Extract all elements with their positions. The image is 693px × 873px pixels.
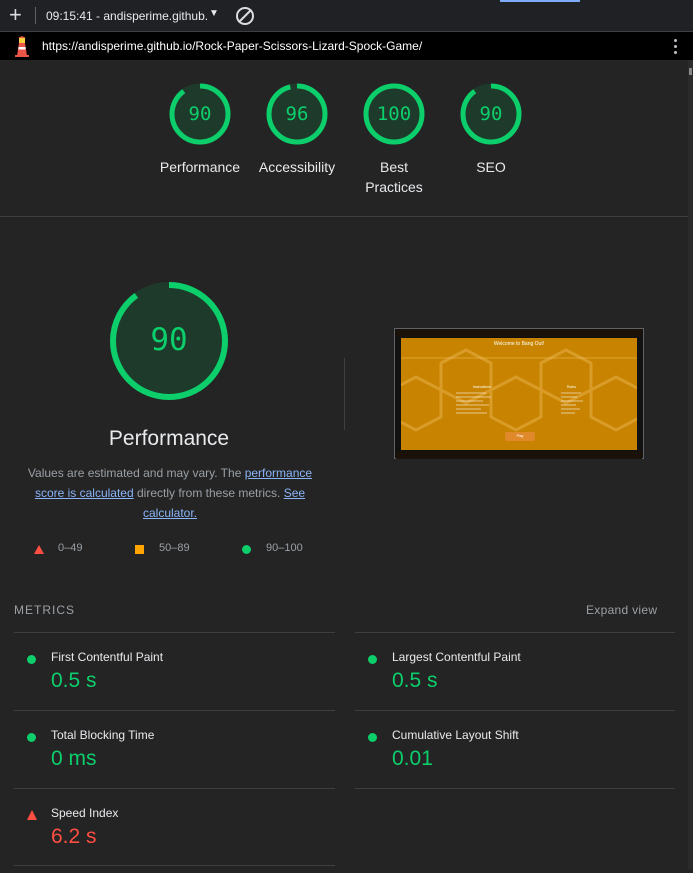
- legend-average: 50–89: [159, 542, 190, 554]
- description-text: Values are estimated and may vary. The: [27, 466, 245, 480]
- toolbar-divider: [35, 7, 36, 24]
- gauge-score: 96: [285, 103, 309, 125]
- screenshot-col1-heading: Instructions: [473, 385, 491, 389]
- expand-view-toggle[interactable]: Expand view: [586, 603, 657, 617]
- legend-poor: 0–49: [58, 542, 83, 554]
- performance-score: 90: [150, 322, 188, 358]
- legend-good: 90–100: [266, 542, 303, 554]
- metric-divider: [14, 632, 335, 633]
- vertical-divider: [344, 358, 345, 430]
- metric-value: 0.01: [392, 747, 433, 770]
- metric-divider: [14, 865, 335, 866]
- gauge-score: 100: [376, 103, 412, 125]
- metric-value: 0.5 s: [392, 669, 438, 692]
- metrics-heading: METRICS: [14, 603, 75, 617]
- report-selector[interactable]: 09:15:41 - andisperime.github.: [46, 9, 208, 23]
- final-screenshot[interactable]: Welcome to Bang Out! Instructions Rules …: [394, 328, 644, 459]
- metric-title: Total Blocking Time: [51, 728, 155, 742]
- gauge-label: SEO: [476, 159, 506, 175]
- screenshot-page: Welcome to Bang Out! Instructions Rules …: [401, 338, 637, 450]
- good-circle-icon: [242, 545, 251, 554]
- description-text: directly from these metrics.: [133, 486, 284, 500]
- screenshot-title: Welcome to Bang Out!: [493, 341, 545, 347]
- metric-divider: [355, 632, 675, 633]
- metric-divider: [14, 710, 335, 711]
- metric-value: 6.2 s: [51, 825, 97, 848]
- block-icon[interactable]: [236, 7, 254, 25]
- metric-title: Cumulative Layout Shift: [392, 728, 519, 742]
- metric-divider: [14, 788, 335, 789]
- report-url[interactable]: https://andisperime.github.io/Rock-Paper…: [42, 39, 422, 53]
- performance-title: Performance: [108, 427, 230, 450]
- metric-divider: [355, 788, 675, 789]
- gauge-label: Accessibility: [258, 159, 336, 175]
- metric-title: Largest Contentful Paint: [392, 650, 521, 664]
- scrollbar[interactable]: [688, 60, 693, 869]
- metric-value: 0.5 s: [51, 669, 97, 692]
- gauge-score: 90: [188, 103, 212, 125]
- more-options-icon[interactable]: [674, 39, 678, 57]
- metric-divider: [355, 710, 675, 711]
- metric-cumulative-layout-shift: Cumulative Layout Shift 0.01: [368, 725, 668, 795]
- good-circle-icon: [368, 733, 377, 742]
- gauge-label: Best Practices: [365, 159, 423, 195]
- screenshot-top-strip: [396, 329, 642, 337]
- metric-title: Speed Index: [51, 806, 119, 820]
- metric-total-blocking-time: Total Blocking Time 0 ms: [27, 725, 327, 795]
- metric-largest-contentful-paint: Largest Contentful Paint 0.5 s: [368, 647, 668, 717]
- devtools-toolbar: + 09:15:41 - andisperime.github. ▼: [0, 0, 693, 32]
- metric-first-contentful-paint: First Contentful Paint 0.5 s: [27, 647, 327, 717]
- metric-speed-index: Speed Index 6.2 s: [27, 803, 327, 873]
- screenshot-play-button: Play: [505, 432, 535, 441]
- chevron-down-icon[interactable]: ▼: [209, 8, 219, 19]
- poor-triangle-icon: [34, 545, 44, 554]
- screenshot-bottom-strip: [396, 451, 642, 459]
- screenshot-col2-heading: Rules: [567, 385, 576, 389]
- header-divider: [0, 216, 688, 217]
- metric-value: 0 ms: [51, 747, 97, 770]
- metric-title: First Contentful Paint: [51, 650, 164, 664]
- average-square-icon: [135, 545, 144, 554]
- good-circle-icon: [368, 655, 377, 664]
- plus-icon[interactable]: +: [9, 4, 27, 26]
- report-url-bar: https://andisperime.github.io/Rock-Paper…: [0, 32, 693, 60]
- performance-description: Values are estimated and may vary. The p…: [20, 463, 320, 523]
- active-tab-indicator: [500, 0, 580, 2]
- gauge-score: 90: [479, 103, 503, 125]
- good-circle-icon: [27, 733, 36, 742]
- good-circle-icon: [27, 655, 36, 664]
- poor-triangle-icon: [27, 810, 37, 820]
- lighthouse-icon: [15, 36, 29, 57]
